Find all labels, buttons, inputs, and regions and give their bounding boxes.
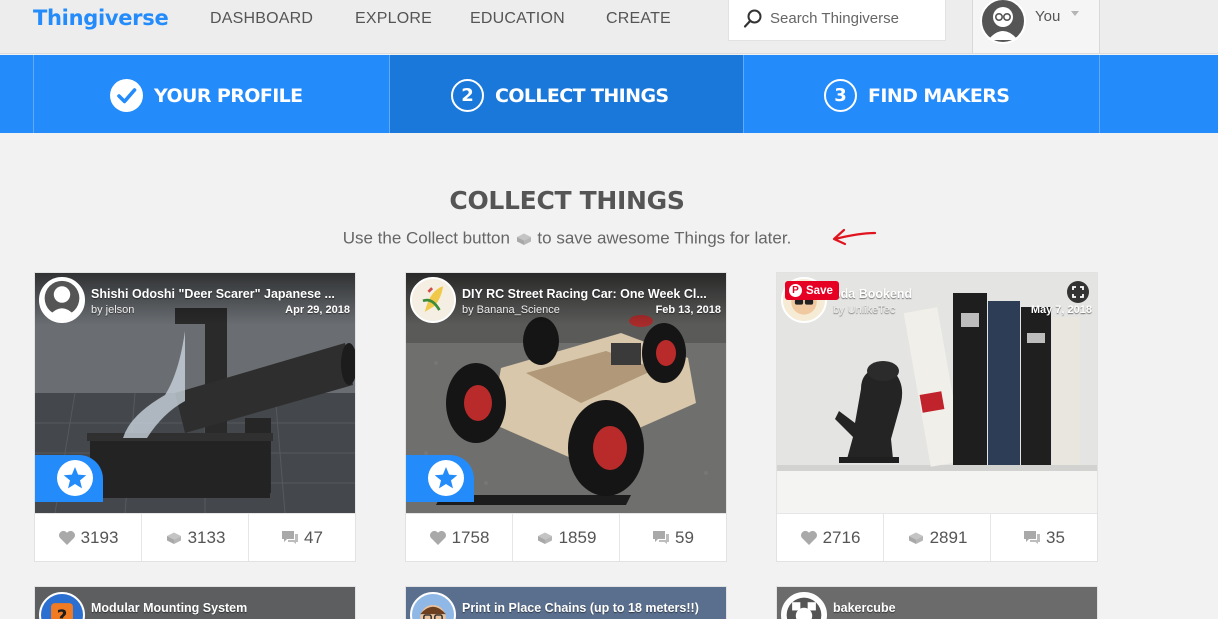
thing-card[interactable]: ? Modular Mounting System [34, 586, 356, 619]
user-name: You [1035, 8, 1061, 25]
collect-icon [166, 532, 181, 544]
like-count: 2716 [822, 527, 861, 547]
author-avatar[interactable] [410, 592, 456, 619]
heart-icon [429, 530, 446, 545]
comment-count: 35 [1046, 527, 1065, 547]
collect-button[interactable]: 2891 [884, 514, 991, 561]
like-button[interactable]: 3193 [35, 514, 142, 561]
thing-title[interactable]: Print in Place Chains (up to 18 meters!!… [462, 601, 722, 615]
top-navbar: Thingiverse DASHBOARD EXPLORE EDUCATION … [0, 0, 1218, 54]
user-menu[interactable]: You [972, 0, 1100, 53]
thing-date: Feb 13, 2018 [655, 304, 721, 316]
thing-stats: 3193 3133 47 [35, 513, 355, 561]
comment-icon [1024, 531, 1041, 544]
subtitle-text-after: to save awesome Things for later. [537, 228, 792, 248]
step-find-makers[interactable]: 3 FIND MAKERS [743, 55, 1100, 133]
comment-button[interactable]: 59 [620, 514, 726, 561]
thing-title[interactable]: Shishi Odoshi "Deer Scarer" Japanese ... [91, 287, 351, 301]
thing-card[interactable]: Shishi Odoshi "Deer Scarer" Japanese ...… [34, 272, 356, 562]
like-button[interactable]: 2716 [777, 514, 884, 561]
thing-author[interactable]: by Banana_Science [462, 304, 560, 316]
collect-count: 3133 [187, 527, 226, 547]
step-number: 3 [824, 79, 857, 112]
collect-icon [537, 532, 552, 544]
nav-education-link[interactable]: EDUCATION [470, 10, 565, 28]
thing-author[interactable]: by UnlikeTec [833, 304, 895, 316]
thing-card[interactable]: bakercube [776, 586, 1098, 619]
fullscreen-icon [1072, 286, 1084, 298]
thing-title[interactable]: Modular Mounting System [91, 601, 351, 615]
search-icon [743, 9, 762, 28]
thingiverse-logo[interactable]: Thingiverse [33, 6, 169, 30]
heart-icon [58, 530, 75, 545]
subtitle-text-before: Use the Collect button [342, 228, 510, 248]
author-avatar[interactable] [39, 277, 85, 323]
comment-button[interactable]: 47 [249, 514, 355, 561]
comment-count: 59 [675, 527, 694, 547]
page-subtitle: Use the Collect button to save awesome T… [0, 228, 1134, 249]
step-label: FIND MAKERS [868, 84, 1010, 107]
thing-thumbnail[interactable]: Shishi Odoshi "Deer Scarer" Japanese ...… [35, 273, 355, 513]
thing-card[interactable]: Print in Place Chains (up to 18 meters!!… [405, 586, 727, 619]
author-avatar[interactable]: ? [39, 592, 85, 619]
thing-thumbnail[interactable]: DIY RC Street Racing Car: One Week Cl...… [406, 273, 726, 513]
star-icon [63, 467, 87, 489]
nav-explore-link[interactable]: EXPLORE [355, 10, 432, 28]
featured-badge [406, 455, 474, 502]
nav-dashboard-link[interactable]: DASHBOARD [210, 10, 313, 28]
author-avatar[interactable] [781, 592, 827, 619]
nav-create-link[interactable]: CREATE [606, 10, 671, 28]
annotation-arrow-icon [832, 228, 877, 246]
search-box [728, 0, 946, 41]
step-collect-things[interactable]: 2 COLLECT THINGS [389, 55, 744, 133]
like-button[interactable]: 1758 [406, 514, 513, 561]
thing-stats: 2716 2891 35 [777, 513, 1097, 561]
collect-button[interactable]: 1859 [513, 514, 620, 561]
step-number: 2 [451, 79, 484, 112]
collect-icon [908, 532, 923, 544]
svg-text:?: ? [57, 607, 68, 619]
comment-count: 47 [304, 527, 323, 547]
collect-icon [516, 233, 531, 245]
like-count: 1758 [451, 527, 490, 547]
step-label: YOUR PROFILE [154, 84, 303, 107]
save-label: Save [806, 284, 833, 297]
check-icon [110, 79, 143, 112]
step-your-profile[interactable]: YOUR PROFILE [33, 55, 390, 133]
thing-title[interactable]: DIY RC Street Racing Car: One Week Cl... [462, 287, 722, 301]
onboarding-steps: YOUR PROFILE 2 COLLECT THINGS 3 FIND MAK… [0, 55, 1218, 133]
thing-title[interactable]: oda Bookend [833, 287, 1093, 301]
collect-count: 2891 [929, 527, 968, 547]
thing-date: Apr 29, 2018 [285, 304, 350, 316]
collect-button[interactable]: 3133 [142, 514, 249, 561]
expand-icon[interactable] [1067, 281, 1089, 303]
like-count: 3193 [80, 527, 119, 547]
thing-card[interactable]: oda Bookend by UnlikeTec May 7, 2018 P S… [776, 272, 1098, 562]
comment-icon [282, 531, 299, 544]
pinterest-icon: P [789, 284, 802, 297]
star-icon [434, 467, 458, 489]
thing-author[interactable]: by jelson [91, 304, 134, 316]
thing-date: May 7, 2018 [1030, 304, 1092, 316]
thing-thumbnail[interactable]: oda Bookend by UnlikeTec May 7, 2018 P S… [777, 273, 1097, 513]
comment-icon [653, 531, 670, 544]
collect-count: 1859 [558, 527, 597, 547]
page-title: COLLECT THINGS [449, 186, 685, 215]
step-label: COLLECT THINGS [495, 84, 669, 107]
featured-badge [35, 455, 103, 502]
comment-button[interactable]: 35 [991, 514, 1097, 561]
chevron-down-icon [1071, 11, 1079, 16]
heart-icon [800, 530, 817, 545]
user-avatar-icon [980, 0, 1026, 44]
pinterest-save-button[interactable]: P Save [785, 281, 839, 300]
author-avatar[interactable] [410, 277, 456, 323]
thing-card[interactable]: DIY RC Street Racing Car: One Week Cl...… [405, 272, 727, 562]
search-input[interactable] [770, 10, 940, 27]
thing-stats: 1758 1859 59 [406, 513, 726, 561]
thing-title[interactable]: bakercube [833, 601, 1093, 615]
